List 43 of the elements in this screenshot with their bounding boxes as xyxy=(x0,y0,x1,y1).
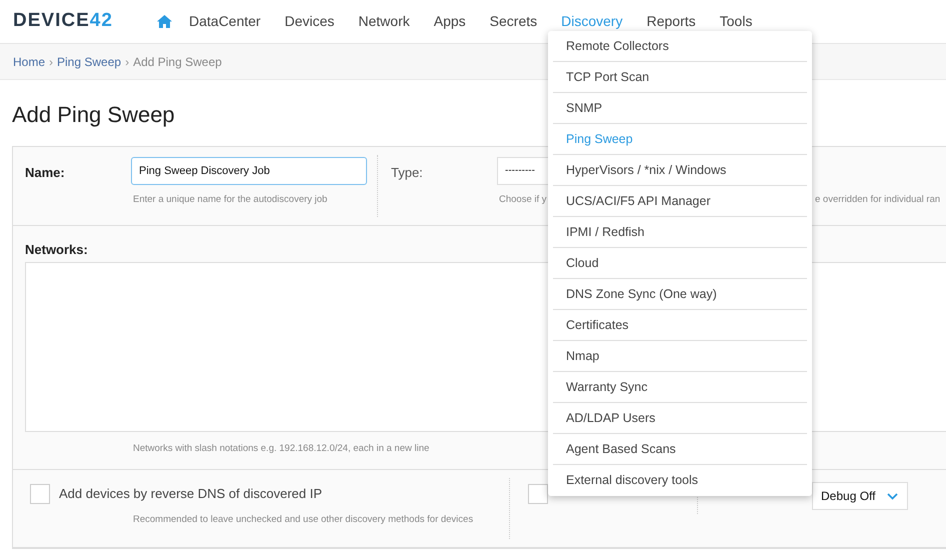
menu-item[interactable]: Certificates xyxy=(553,310,807,341)
page-title: Add Ping Sweep xyxy=(12,101,175,129)
name-input[interactable]: Ping Sweep Discovery Job xyxy=(131,157,367,185)
chevron-down-icon xyxy=(887,492,898,500)
breadcrumb-link[interactable]: Ping Sweep xyxy=(57,52,122,70)
checkbox[interactable] xyxy=(30,484,50,504)
menu-item[interactable]: IPMI / Redfish xyxy=(553,217,807,248)
menu-item[interactable]: HyperVisors / *nix / Windows xyxy=(553,155,807,186)
type-label: Type: xyxy=(391,165,423,180)
debug-level-select[interactable]: Debug Off xyxy=(812,482,908,510)
menu-item[interactable]: SNMP xyxy=(553,93,807,124)
name-hint: Enter a unique name for the autodiscovery job xyxy=(133,194,328,206)
nav-link[interactable]: Secrets xyxy=(478,11,550,32)
checkbox[interactable] xyxy=(528,484,548,504)
networks-hint: Networks with slash notations e.g. 192.168.12.0/24, each in a new line xyxy=(133,442,430,454)
menu-item[interactable]: Nmap xyxy=(553,341,807,372)
logo[interactable]: DEVICE42 xyxy=(13,7,141,36)
nav-link[interactable]: DataCenter xyxy=(177,11,273,32)
menu-item[interactable]: DNS Zone Sync (One way) xyxy=(553,279,807,310)
home-icon[interactable] xyxy=(156,14,173,29)
menu-item[interactable]: Remote Collectors xyxy=(553,31,807,62)
nav-link[interactable]: Reports xyxy=(634,11,708,32)
menu-item[interactable]: UCS/ACI/F5 API Manager xyxy=(553,186,807,217)
reverse-dns-hint: Recommended to leave unchecked and use other discovery methods for devices xyxy=(133,514,474,526)
menu-item[interactable]: TCP Port Scan xyxy=(553,62,807,93)
networks-label: Networks: xyxy=(25,241,89,259)
menu-item[interactable]: AD/LDAP Users xyxy=(553,403,807,434)
nav-link[interactable]: Devices xyxy=(272,11,346,32)
breadcrumb-link[interactable]: Home xyxy=(13,52,46,70)
breadcrumb-separator: › xyxy=(125,54,130,70)
nav-link[interactable]: Tools xyxy=(708,11,764,32)
name-label: Name: xyxy=(25,165,65,180)
nav-link[interactable]: Network xyxy=(346,11,422,32)
nav-link[interactable]: Apps xyxy=(422,11,478,32)
breadcrumb-separator: › xyxy=(49,54,54,70)
type-hint: Choose if y xyxy=(499,194,547,205)
menu-item[interactable]: Cloud xyxy=(553,248,807,279)
menu-item[interactable]: External discovery tools xyxy=(553,465,807,496)
type-hint: e overridden for individual ran xyxy=(815,194,940,206)
checkbox-label: Add devices by reverse DNS of discovered IP xyxy=(59,485,322,504)
menu-item[interactable]: Agent Based Scans xyxy=(553,434,807,465)
menu-item[interactable]: Warranty Sync xyxy=(553,372,807,403)
breadcrumb-current: Add Ping Sweep xyxy=(133,54,222,70)
